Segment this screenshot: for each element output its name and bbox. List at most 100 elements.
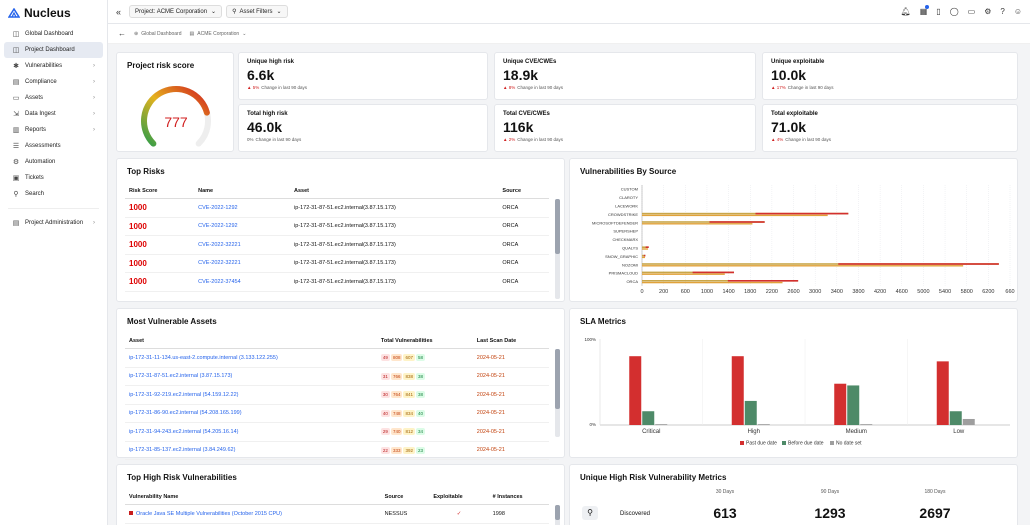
asset-link[interactable]: ip-172-31-92-219.ec2.internal (54.159.12… (125, 385, 377, 405)
sidebar-item-vulnerabilities[interactable]: ✱ Vulnerabilities › (4, 58, 103, 74)
sidebar-item-automation[interactable]: ⚙ Automation (4, 154, 103, 170)
vulnerability-link[interactable]: CVE-2022-1292 (194, 198, 290, 218)
column-header[interactable]: # Instances (488, 490, 549, 505)
sidebar-item-project-dashboard[interactable]: ◫ Project Dashboard (4, 42, 103, 58)
asset-link[interactable]: ip-172-31-11-134.us-east-2.compute.inter… (125, 348, 377, 368)
column-header[interactable]: Asset (125, 334, 377, 349)
sidebar-item-data-ingest[interactable]: ⇲ Data Ingest › (4, 106, 103, 122)
table-row[interactable]: ip-172-31-94-243.ec2.internal (54.205.16… (125, 422, 549, 442)
column-header[interactable]: Vulnerability Name (125, 490, 381, 505)
scrollbar-thumb[interactable] (555, 505, 560, 520)
sidebar-item-reports[interactable]: ▥ Reports › (4, 122, 103, 138)
sidebar-item-tickets[interactable]: ▣ Tickets (4, 170, 103, 186)
help-icon[interactable]: ? (1000, 7, 1004, 16)
top-risks-title: Top Risks (127, 167, 165, 176)
vulnerability-link[interactable]: CVE-2022-32221 (194, 254, 290, 273)
risk-gauge: 777 (141, 86, 211, 147)
metric-value: 2697 (919, 505, 951, 521)
breadcrumb-project[interactable]: ACME Corporation (197, 31, 239, 37)
sidebar-item-global-dashboard[interactable]: ◫ Global Dashboard (4, 26, 103, 42)
integrations-icon[interactable]: ⚙ (984, 7, 991, 16)
column-header[interactable]: Exploitable (429, 490, 489, 505)
asset-link[interactable]: ip-172-31-86-90.ec2.internal (54.208.165… (125, 404, 377, 423)
document-icon[interactable]: ▭ (968, 7, 976, 16)
project-selector[interactable]: Project: ACME Corporation ⌄ (129, 5, 223, 18)
column-header[interactable]: Source (380, 490, 430, 505)
bar (642, 411, 655, 425)
chat-icon[interactable]: ◯ (950, 7, 959, 16)
kpi-change-value: 5% (252, 85, 260, 90)
sidebar-item-project-administration[interactable]: ▤ Project Administration › (4, 215, 103, 231)
user-icon[interactable]: ☺ (1014, 7, 1022, 16)
vulnerability-link[interactable]: CVE-2022-32221 (194, 235, 290, 255)
severity-count-badge: 812 (403, 428, 415, 436)
sidebar-item-assets[interactable]: ▭ Assets › (4, 90, 103, 106)
table-row[interactable]: ip-172-31-86-90.ec2.internal (54.208.165… (125, 404, 549, 423)
bar-segment (645, 246, 649, 248)
table-row[interactable]: ip-172-31-85-137.ec2.internal (3.84.249.… (125, 441, 549, 460)
table-row[interactable]: Oracle Java SE Multiple Vulnerabilities … (125, 504, 549, 524)
sidebar-item-search[interactable]: ⚲ Search (4, 186, 103, 202)
x-tick-label: 6200 (982, 289, 994, 295)
scrollbar[interactable] (555, 199, 560, 299)
table-row[interactable]: ip-172-31-92-219.ec2.internal (54.159.12… (125, 385, 549, 405)
column-header[interactable]: Source (498, 184, 549, 199)
risk-score: 1000 (125, 235, 195, 255)
scrollbar-thumb[interactable] (555, 199, 560, 254)
vulnerability-counts: 49 808 607 58 (376, 348, 473, 368)
bell-icon[interactable]: 🔔︎ (901, 7, 911, 16)
vulnerability-counts: 40 748 834 40 (376, 404, 473, 423)
app-logo[interactable]: Nucleus (0, 0, 107, 26)
bar (757, 424, 770, 425)
asset-name: ip-172-31-87-51.ec2.internal(3.87.15.173… (290, 235, 499, 255)
top-risks-card: Top Risks Risk Score Name Asset Source 1000… (116, 158, 565, 302)
table-row[interactable]: 1000 CVE-2022-32221 ip-172-31-87-51.ec2.in… (125, 235, 549, 255)
table-row[interactable]: ip-172-31-87-51.ec2.internal (3.87.15.17… (125, 367, 549, 386)
collapse-sidebar-icon[interactable]: « (116, 7, 121, 17)
sidebar-item-assessments[interactable]: ☰ Assessments (4, 138, 103, 154)
bar (731, 356, 744, 425)
severity-count-badge: 607 (403, 354, 415, 362)
column-header[interactable]: Last Scan Date (472, 334, 549, 349)
metric-row-label: Discovered (620, 511, 651, 517)
table-row[interactable]: 1000 CVE-2022-32221 ip-172-31-87-51.ec2.in… (125, 254, 549, 273)
table-row[interactable]: 1000 CVE-2022-1292 ip-172-31-87-51.ec2.int… (125, 217, 549, 236)
search-icon[interactable]: ⚲ (582, 506, 598, 520)
severity-count-badge: 392 (403, 446, 415, 454)
asset-link[interactable]: ip-172-31-85-137.ec2.internal (3.84.249.… (125, 441, 377, 460)
column-header[interactable]: Asset (290, 184, 499, 199)
scrollbar-thumb[interactable] (555, 349, 560, 409)
back-arrow-icon[interactable]: ← (118, 29, 126, 38)
breadcrumb-global-dashboard[interactable]: Global Dashboard (141, 31, 181, 37)
asset-link[interactable]: ip-172-31-87-51.ec2.internal (3.87.15.17… (125, 367, 377, 386)
column-header[interactable]: Risk Score (125, 184, 195, 199)
vulnerability-link[interactable]: CVE-2022-37454 (194, 272, 290, 292)
automation-icon: ⚙ (12, 159, 20, 166)
severity-count-badge: 22 (380, 446, 390, 454)
table-row[interactable]: ip-172-31-11-134.us-east-2.compute.inter… (125, 348, 549, 368)
bar-segment (755, 212, 849, 215)
bar (642, 248, 649, 250)
chevron-down-icon[interactable]: ⌄ (242, 31, 246, 37)
asset-filters-button[interactable]: ⚲ Asset Filters ⌄ (226, 5, 288, 18)
calendar-icon[interactable]: ▦ (920, 5, 930, 16)
sidebar-item-label: Assets (25, 95, 44, 101)
legend-label: Before due date (788, 441, 824, 447)
bar (642, 256, 646, 259)
column-header[interactable]: Total Vulnerabilities (376, 334, 473, 349)
vulnerability-link[interactable]: Oracle Java SE Multiple Vulnerabilities … (136, 511, 282, 517)
device-icon[interactable]: ▯ (936, 7, 940, 16)
scrollbar[interactable] (555, 349, 560, 437)
table-row[interactable]: 1000 CVE-2022-1292 ip-172-31-87-51.ec2.int… (125, 198, 549, 218)
asset-link[interactable]: ip-172-31-94-243.ec2.internal (54.205.16… (125, 422, 377, 442)
table-row[interactable]: 1000 CVE-2022-37454 ip-172-31-87-51.ec2.in… (125, 272, 549, 292)
scrollbar[interactable] (555, 505, 560, 525)
chevron-right-icon: › (93, 220, 95, 226)
vulnerability-link[interactable]: CVE-2022-1292 (194, 217, 290, 236)
severity-count-badge: 748 (390, 409, 403, 417)
most-vulnerable-assets-card: Most Vulnerable Assets Asset Total Vulner… (116, 308, 565, 479)
legend-swatch (740, 441, 744, 445)
ticket-icon: ▣ (12, 175, 20, 182)
sidebar-item-compliance[interactable]: ▤ Compliance › (4, 74, 103, 90)
column-header[interactable]: Name (194, 184, 290, 199)
